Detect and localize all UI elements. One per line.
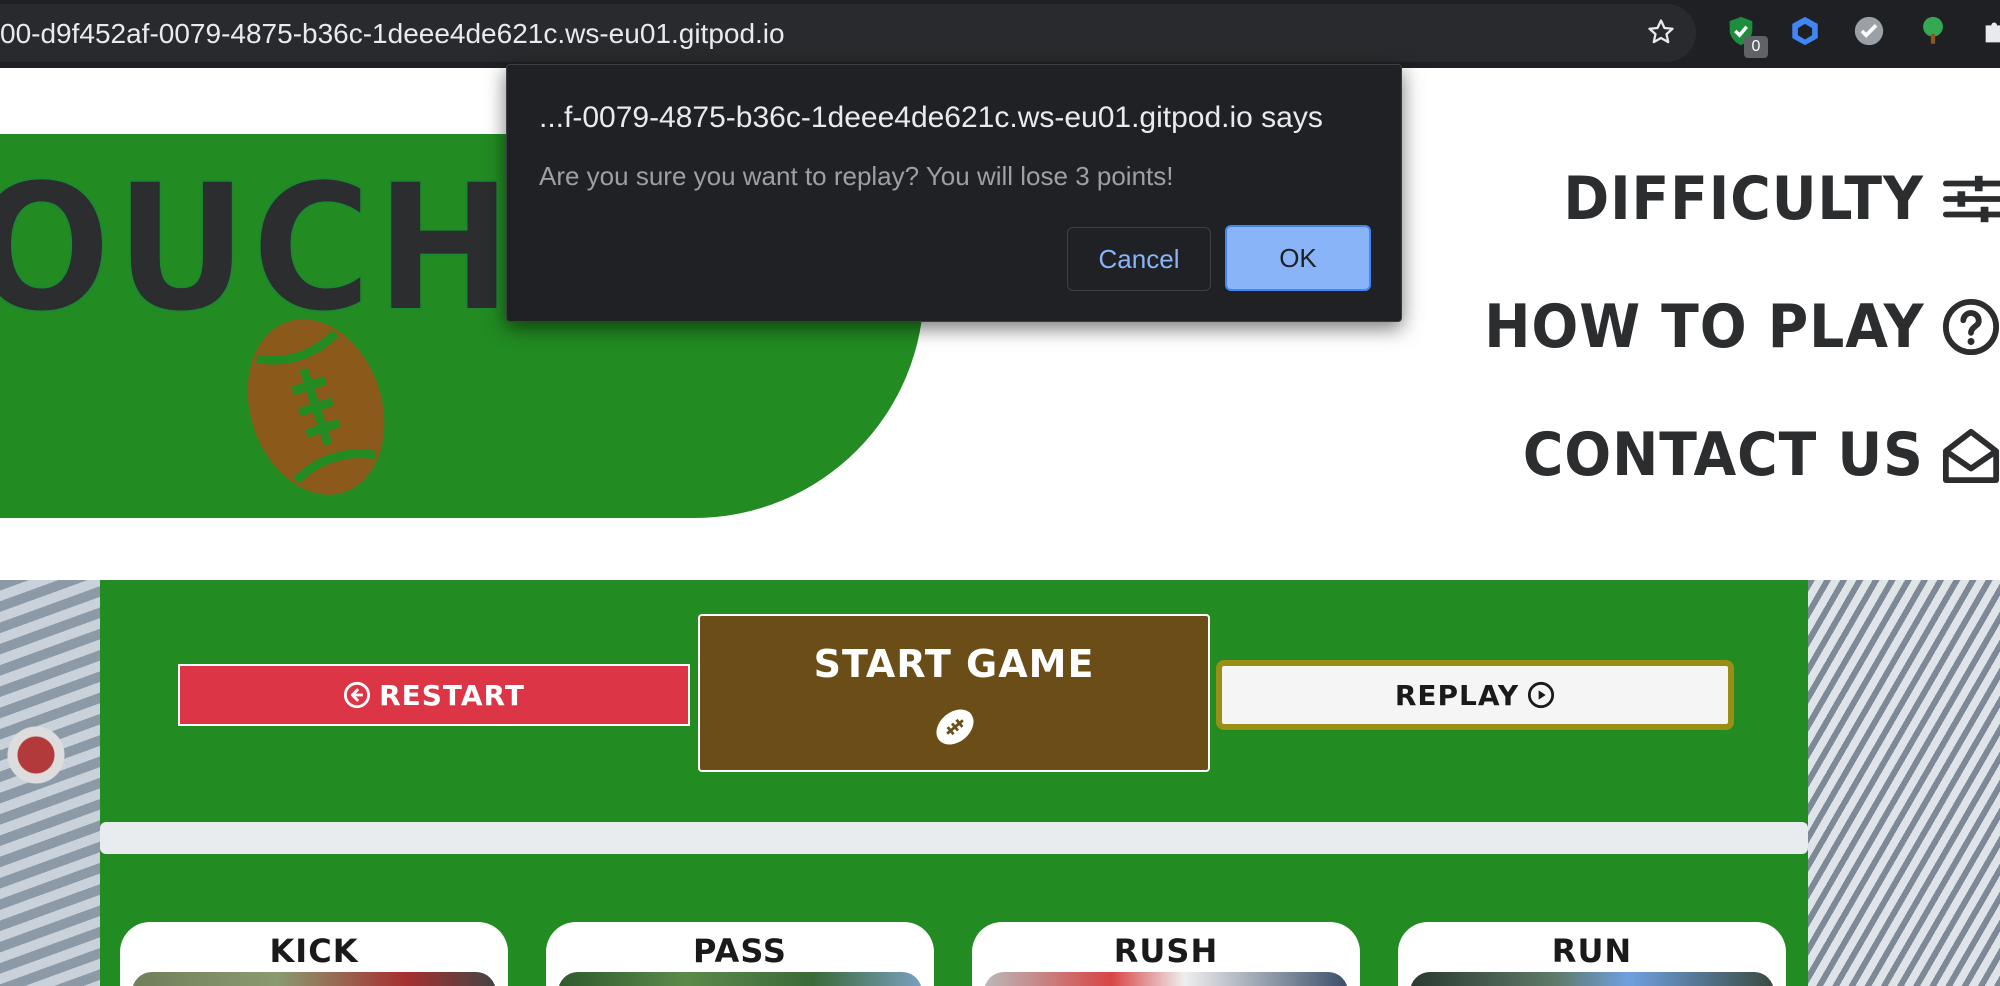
puzzle-extension-icon[interactable] [1980,14,2000,48]
card-image-rush [984,972,1348,986]
address-bar[interactable]: 00-d9f452af-0079-4875-b36c-1deee4de621c.… [0,4,1696,62]
football-icon [936,709,974,745]
tree-extension-icon[interactable] [1916,14,1950,48]
extension-badge: 0 [1744,36,1768,58]
football-icon [247,319,385,495]
restart-button[interactable]: RESTART [178,664,690,726]
card-title-pass: PASS [693,932,787,970]
card-image-pass [558,972,922,986]
bookmark-star-icon[interactable] [1646,17,1676,47]
dialog-title: ...f-0079-4875-b36c-1deee4de621c.ws-eu01… [539,101,1323,134]
blue-cube-extension-icon[interactable] [1788,14,1822,48]
confirm-dialog: ...f-0079-4875-b36c-1deee4de621c.ws-eu01… [506,64,1402,322]
sliders-icon [1942,175,2000,223]
cancel-button[interactable]: Cancel [1067,227,1211,291]
stadium-background-left [0,580,100,986]
replay-button[interactable]: REPLAY [1216,660,1734,730]
card-title-kick: KICK [269,932,359,970]
stadium-background-right [1808,580,2000,986]
card-title-rush: RUSH [1113,932,1219,970]
nav-difficulty[interactable]: DIFFICULTY [1532,164,2000,234]
nav-difficulty-label: DIFFICULTY [1563,164,1924,234]
question-circle-icon [1942,298,2000,356]
play-card-rush[interactable]: RUSH [972,922,1360,986]
nav-contact-us[interactable]: CONTACT US [1488,420,2000,490]
start-game-label: START GAME [813,642,1095,686]
url-text[interactable]: 00-d9f452af-0079-4875-b36c-1deee4de621c.… [0,18,785,50]
envelope-open-icon [1942,428,2000,484]
card-image-run [1410,972,1774,986]
browser-toolbar: 00-d9f452af-0079-4875-b36c-1deee4de621c.… [0,0,2000,68]
replay-label: REPLAY [1394,678,1520,712]
gray-check-extension-icon[interactable] [1852,14,1886,48]
nav-how-to-play-label: HOW TO PLAY [1483,292,1924,362]
restart-label: RESTART [379,678,525,712]
nav-contact-us-label: CONTACT US [1523,420,1924,490]
progress-bar [100,822,1808,854]
card-image-kick [132,972,496,986]
play-circle-icon [1528,681,1555,709]
play-card-pass[interactable]: PASS [546,922,934,986]
card-title-run: RUN [1551,932,1633,970]
play-card-run[interactable]: RUN [1398,922,1786,986]
start-game-button[interactable]: START GAME [698,614,1210,772]
arrow-left-circle-icon [343,681,371,709]
play-card-kick[interactable]: KICK [120,922,508,986]
nav-how-to-play[interactable]: HOW TO PLAY [1446,292,2000,362]
ok-button[interactable]: OK [1225,225,1371,291]
dialog-message: Are you sure you want to replay? You wil… [539,161,1174,191]
